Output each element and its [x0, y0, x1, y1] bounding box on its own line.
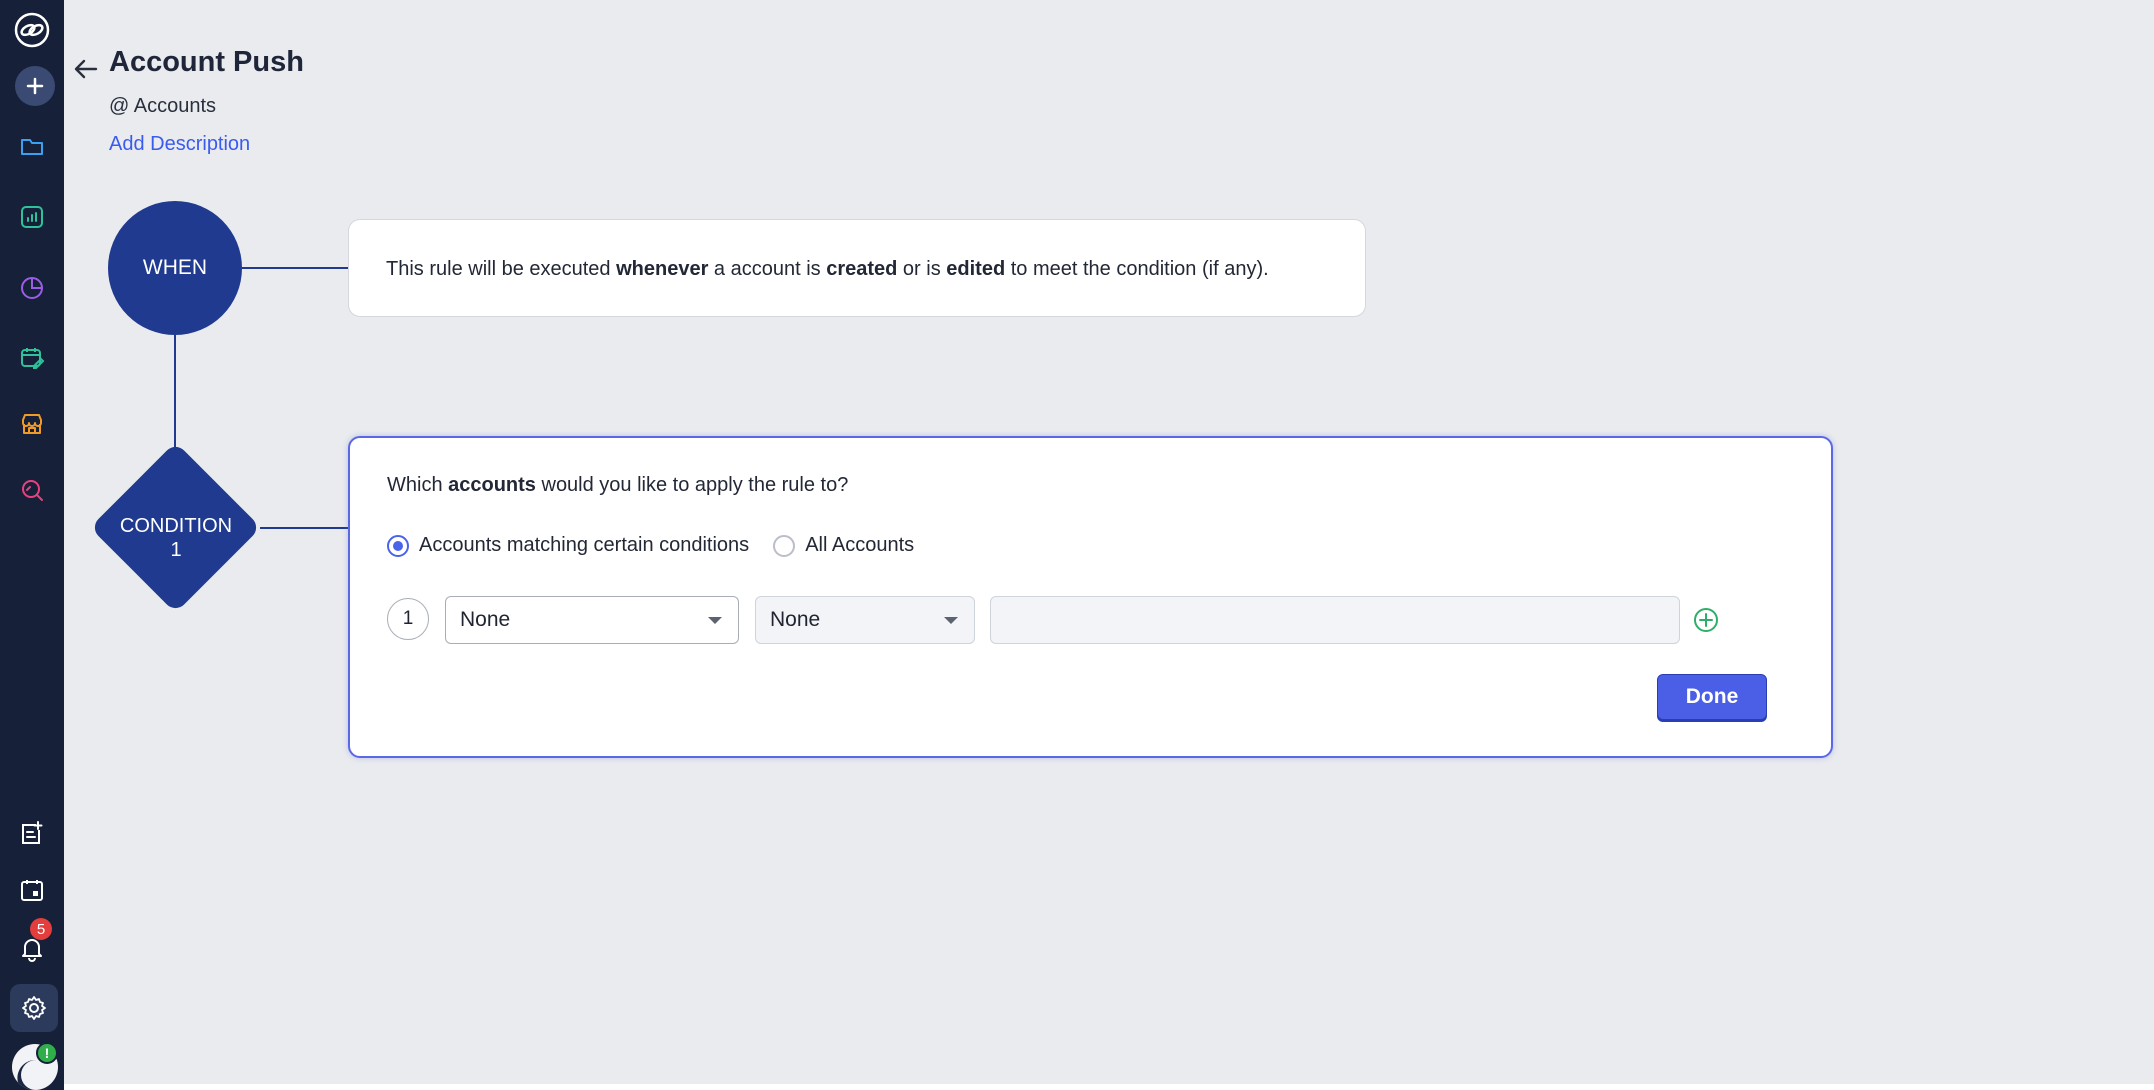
when-text-2: a account is	[708, 258, 827, 280]
condition-label-line2: 1	[170, 539, 182, 561]
analytics-icon[interactable]	[12, 268, 52, 308]
question-text-1: Which	[387, 474, 449, 496]
create-button[interactable]	[15, 66, 55, 106]
when-label: WHEN	[142, 256, 208, 279]
bottom-bar	[64, 1084, 2154, 1090]
page-title: Account Push	[109, 46, 304, 78]
search-icon[interactable]	[12, 470, 52, 510]
question-bold: accounts	[448, 474, 536, 496]
connector-when	[242, 267, 348, 269]
chevron-down-icon	[708, 617, 722, 624]
connector-condition	[260, 527, 348, 529]
when-bold-3: edited	[946, 258, 1006, 280]
notification-badge: 5	[30, 918, 52, 940]
condition-row-number: 1	[387, 598, 429, 640]
status-alert-icon: !	[36, 1042, 58, 1064]
condition-question: Which accounts would you like to apply t…	[387, 474, 848, 497]
add-condition-icon[interactable]	[1693, 607, 1719, 633]
apply-to-radio-group: Accounts matching certain conditions All…	[387, 534, 938, 557]
folder-icon[interactable]	[12, 126, 52, 166]
connector-vertical	[174, 335, 176, 447]
when-bold-1: whenever	[616, 258, 709, 280]
when-text-3: or is	[897, 258, 947, 280]
radio-matching-conditions-label[interactable]: Accounts matching certain conditions	[419, 534, 749, 557]
sidebar: 5 !	[0, 0, 64, 1090]
radio-all-accounts-label[interactable]: All Accounts	[805, 534, 914, 557]
gear-icon	[22, 996, 46, 1020]
condition-label-line1: CONDITION	[119, 515, 233, 537]
condition-label: CONDITION 1	[96, 514, 256, 562]
condition-card: Which accounts would you like to apply t…	[348, 436, 1833, 758]
calendar-edit-icon[interactable]	[12, 338, 52, 378]
radio-matching-conditions[interactable]	[387, 534, 409, 557]
when-card[interactable]: This rule will be executed whenever a ac…	[348, 219, 1366, 317]
field-select[interactable]: None	[445, 596, 739, 644]
when-text-1: This rule will be executed	[386, 258, 617, 280]
zoho-logo-icon[interactable]	[12, 10, 52, 50]
settings-button[interactable]	[10, 984, 58, 1032]
store-icon[interactable]	[12, 404, 52, 444]
calendar-icon[interactable]	[12, 870, 52, 910]
done-button[interactable]: Done	[1657, 674, 1767, 720]
chevron-down-icon	[944, 617, 958, 624]
operator-select-value: None	[770, 608, 821, 631]
question-text-2: would you like to apply the rule to?	[535, 474, 849, 496]
field-select-value: None	[460, 608, 511, 631]
module-label: @ Accounts	[109, 95, 217, 117]
add-description-link[interactable]: Add Description	[109, 133, 250, 156]
plus-icon	[26, 77, 44, 95]
radio-all-accounts[interactable]	[773, 534, 796, 557]
operator-select[interactable]: None	[755, 596, 975, 644]
condition-value-input[interactable]	[990, 596, 1680, 644]
back-arrow-icon[interactable]	[72, 55, 100, 83]
report-icon[interactable]	[12, 197, 52, 237]
when-bold-2: created	[826, 258, 898, 280]
when-node: WHEN	[108, 201, 242, 335]
when-text-4: to meet the condition (if any).	[1005, 258, 1269, 280]
notes-add-icon[interactable]	[12, 813, 52, 853]
